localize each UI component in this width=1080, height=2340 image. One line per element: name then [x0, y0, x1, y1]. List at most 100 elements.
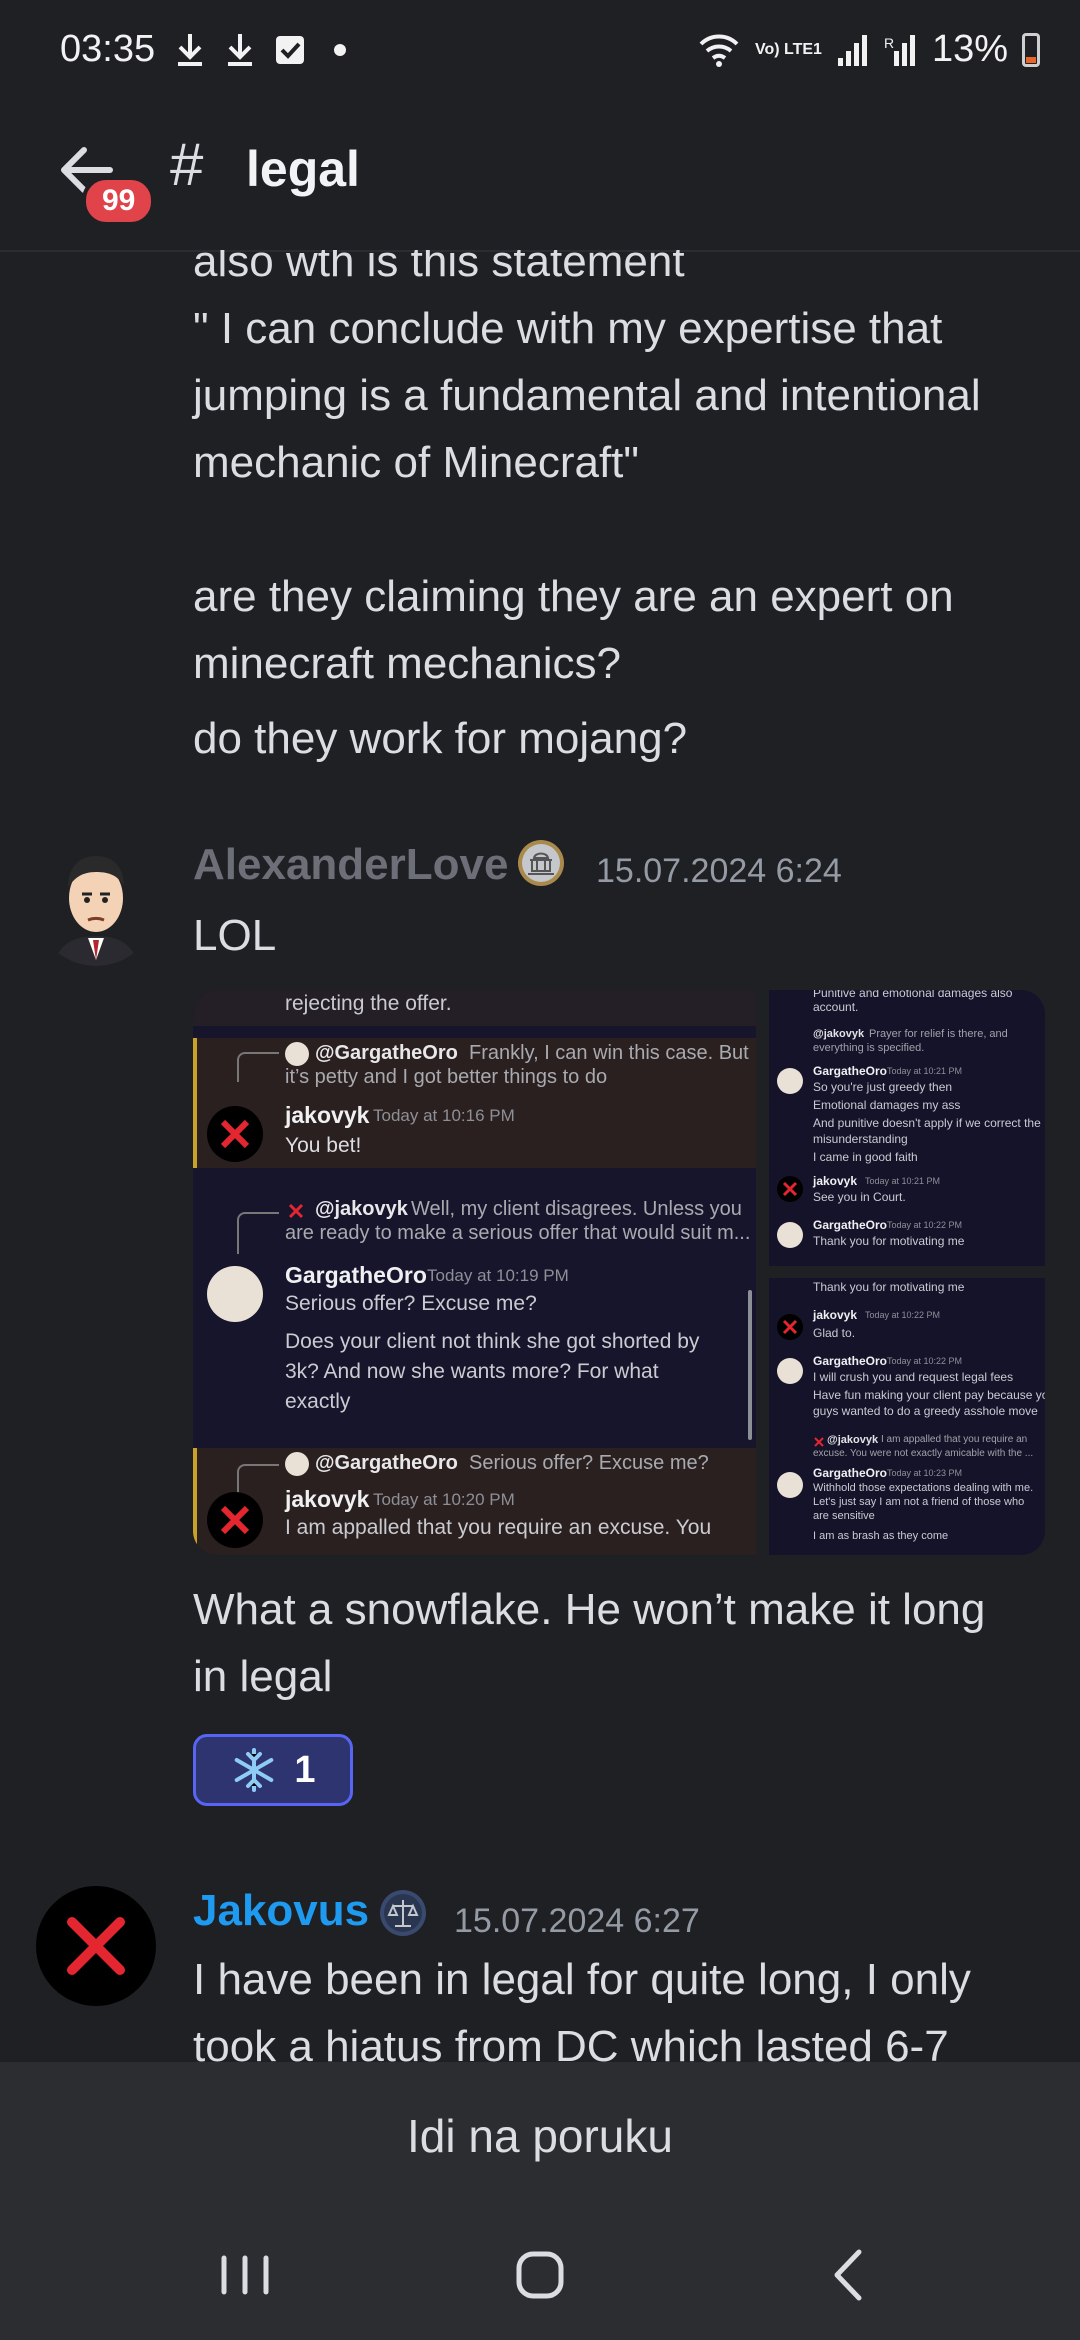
att-author: jakovyk: [813, 1174, 858, 1188]
download-icon: [228, 34, 252, 66]
message-feed[interactable]: also wth is this statement " I can concl…: [0, 250, 1080, 2062]
att-time: Today at 10:19 PM: [427, 1266, 569, 1285]
att-reply-text: everything is specified.: [813, 1042, 925, 1054]
status-bar: 03:35 Vo) LTE1 R 13%: [0, 0, 1080, 110]
message-line: What a snowflake. He won’t make it long: [193, 1585, 986, 1634]
role-justice-icon: [380, 1890, 426, 1936]
att-text: rejecting the offer.: [285, 992, 452, 1015]
channel-title[interactable]: legal: [246, 140, 360, 198]
att-author: jakovyk: [285, 1102, 370, 1128]
battery-icon: [1022, 32, 1040, 67]
status-right: Vo) LTE1 R 13%: [697, 28, 1040, 71]
message-line: minecraft mechanics?: [193, 639, 621, 688]
signal-icon: [837, 34, 867, 66]
x-avatar-icon: [220, 1119, 250, 1149]
att-text: Have fun making your client pay because …: [813, 1388, 1045, 1402]
att-reply-user: @jakovyk: [827, 1434, 879, 1446]
reaction-snowflake[interactable]: 1: [193, 1734, 353, 1806]
att-reply-text: Frankly, I can win this case. But: [469, 1042, 749, 1064]
att-reply-user: @jakovyk: [315, 1198, 408, 1220]
att-text: Thank you for motivating me: [813, 1234, 965, 1248]
attachment-image-side-1[interactable]: Punitive and emotional damages also acco…: [769, 990, 1045, 1266]
x-avatar-icon: [782, 1319, 798, 1335]
att-text: misunderstanding: [813, 1132, 908, 1146]
bitmoji-avatar: [54, 856, 138, 966]
att-reply-user: @GargatheOro: [315, 1042, 458, 1064]
att-time: Today at 10:21 PM: [887, 1066, 963, 1076]
avatar-jakovus[interactable]: [36, 1886, 156, 2006]
x-avatar-icon: [67, 1917, 125, 1975]
att-text: Punitive and emotional damages also: [813, 990, 1013, 1000]
att-text: 3k? And now she wants more? For what: [285, 1360, 659, 1383]
status-time: 03:35: [60, 28, 156, 70]
att-text: Serious offer? Excuse me?: [285, 1292, 537, 1315]
att-reply-text: Well, my client disagrees. Unless you: [411, 1198, 742, 1220]
checkbox-icon: [276, 36, 304, 64]
recent-apps-icon[interactable]: [210, 2240, 280, 2310]
message-line: do they work for mojang?: [193, 714, 688, 763]
back-nav-icon[interactable]: [815, 2240, 885, 2310]
att-text: Does your client not think she got short…: [285, 1330, 700, 1353]
battery-percent: 13%: [931, 28, 1008, 70]
snowflake-icon: [235, 1748, 274, 1792]
att-reply-text: are ready to make a serious offer that w…: [285, 1222, 751, 1244]
att-time: Today at 10:16 PM: [373, 1106, 515, 1125]
message-line: jumping is a fundamental and intentional: [193, 371, 981, 420]
author-name[interactable]: AlexanderLove: [193, 840, 508, 890]
svg-text:R: R: [884, 35, 894, 51]
jump-to-message-button[interactable]: Idi na poruku: [0, 2062, 1080, 2210]
timestamp: 15.07.2024 6:24: [596, 852, 842, 890]
att-text: are sensitive: [813, 1510, 875, 1522]
att-text: Let's just say I am not a friend of thos…: [813, 1496, 1025, 1508]
att-time: Today at 10:21 PM: [865, 1176, 941, 1186]
att-author: GargatheOro: [285, 1262, 427, 1288]
att-text: Thank you for motivating me: [813, 1280, 965, 1294]
att-text: I am appalled that you require an excuse…: [285, 1516, 712, 1539]
att-time: Today at 10:22 PM: [865, 1310, 941, 1320]
att-text: I will crush you and request legal fees: [813, 1370, 1014, 1384]
att-text: See you in Court.: [813, 1190, 906, 1204]
x-avatar-icon: [782, 1181, 798, 1197]
att-reply-text: excuse. You were not exactly amicable wi…: [813, 1448, 1034, 1459]
home-icon[interactable]: [505, 2240, 575, 2310]
x-mini-icon: [814, 1437, 824, 1447]
att-author: GargatheOro: [813, 1466, 888, 1480]
signal-icon: R: [884, 34, 915, 66]
att-reply-text: Serious offer? Excuse me?: [469, 1452, 709, 1474]
timestamp: 15.07.2024 6:27: [454, 1902, 700, 1940]
notification-icons: [172, 30, 346, 70]
avatar-alexanderlove[interactable]: [34, 842, 158, 966]
x-mini-icon: [288, 1203, 304, 1219]
att-time: Today at 10:22 PM: [887, 1220, 963, 1230]
attachment-image-main[interactable]: rejecting the offer. @GargatheOro Frankl…: [193, 990, 756, 1555]
att-text: And punitive doesn't apply if we correct…: [813, 1116, 1041, 1130]
att-reply-text: I am appalled that you require an: [881, 1434, 1028, 1445]
att-reply-text: Prayer for relief is there, and: [869, 1028, 1008, 1040]
role-capitol-icon: [518, 840, 564, 886]
channel-hash-icon: #: [170, 131, 204, 198]
download-icon: [178, 34, 202, 66]
att-reply-user: @GargatheOro: [315, 1452, 458, 1474]
att-text: So you're just greedy then: [813, 1080, 953, 1094]
attachment-image-side-2[interactable]: Thank you for motivating me jakovyk Toda…: [769, 1278, 1045, 1555]
att-text: guys wanted to do a greedy asshole move: [813, 1404, 1038, 1418]
image-attachments[interactable]: rejecting the offer. @GargatheOro Frankl…: [193, 990, 1045, 1555]
author-name[interactable]: Jakovus: [193, 1886, 369, 1936]
att-text: You bet!: [285, 1134, 362, 1157]
att-text: Glad to.: [813, 1326, 856, 1340]
reaction-count: 1: [294, 1748, 316, 1791]
att-author: GargatheOro: [813, 1064, 888, 1078]
att-text: Emotional damages my ass: [813, 1098, 961, 1112]
att-time: Today at 10:22 PM: [887, 1356, 963, 1366]
att-time: Today at 10:20 PM: [373, 1490, 515, 1509]
more-notifications-dot: [334, 44, 346, 56]
message-line: in legal: [193, 1652, 333, 1701]
message-line: also wth is this statement: [193, 250, 685, 286]
message-text: LOL: [193, 911, 277, 960]
system-nav-bar: [0, 2210, 1080, 2340]
unread-badge: 99: [82, 176, 156, 226]
att-author: jakovyk: [285, 1486, 370, 1512]
att-text: exactly: [285, 1390, 351, 1413]
att-author: GargatheOro: [813, 1354, 888, 1368]
att-time: Today at 10:23 PM: [887, 1468, 963, 1478]
